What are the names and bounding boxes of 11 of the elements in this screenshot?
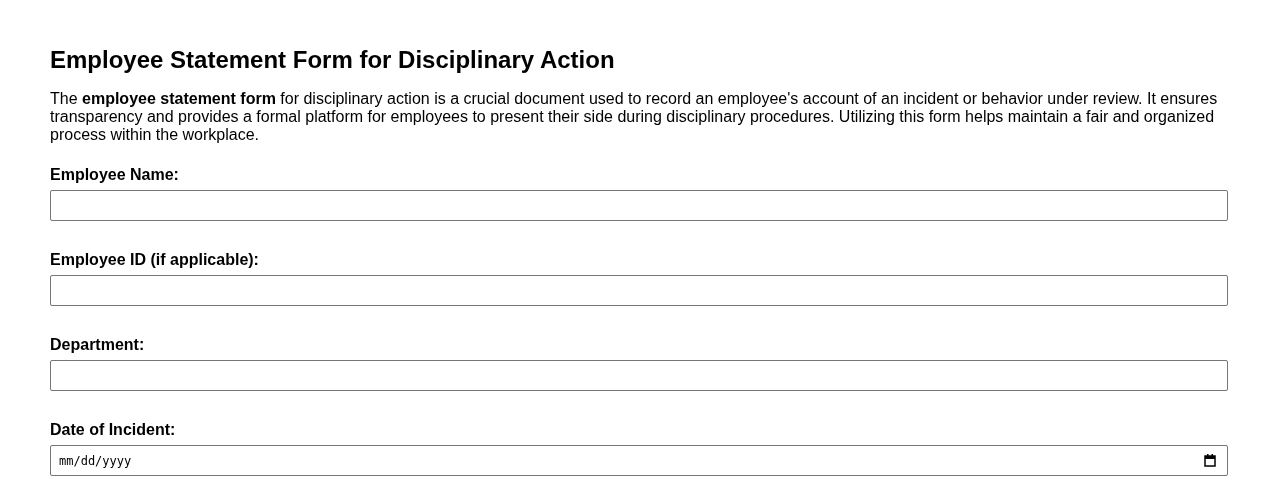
input-field[interactable] bbox=[50, 190, 1228, 221]
date-field[interactable]: mm/dd/yyyy bbox=[50, 445, 1228, 476]
input-field[interactable] bbox=[50, 275, 1228, 306]
field-label: Employee ID (if applicable): bbox=[50, 251, 260, 269]
field-label: Date of Incident: bbox=[50, 421, 177, 439]
calendar-icon[interactable] bbox=[1204, 454, 1216, 467]
intro-paragraph: The employee statement form for disciplinary action is a crucial document used to record an employee's account of an incident or behavior under review. It ensures transparency and provides a formal platform for employees to present their side during disciplinary procedures. Utilizing this form helps maintain a fair and organized process within the workplace. bbox=[50, 90, 1219, 144]
form-title: Employee Statement Form for Disciplinary Action bbox=[50, 46, 616, 74]
input-field[interactable] bbox=[50, 360, 1228, 391]
field-label: Department: bbox=[50, 336, 146, 354]
field-label: Employee Name: bbox=[50, 166, 180, 184]
